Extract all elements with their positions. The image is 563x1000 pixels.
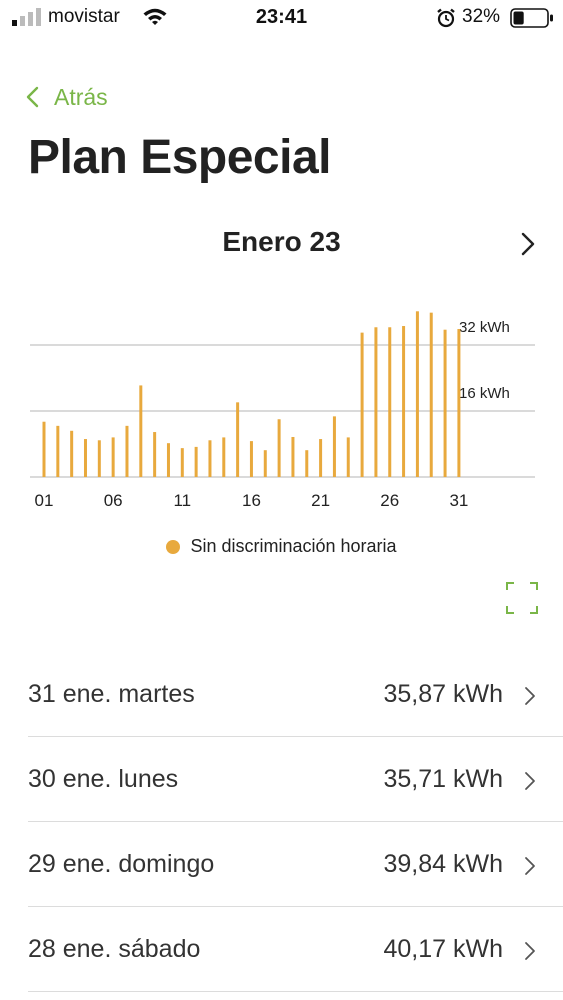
chart-bar[interactable] (236, 402, 240, 477)
chart-bar[interactable] (360, 332, 364, 478)
chart-bar[interactable] (208, 440, 212, 477)
next-month-button[interactable] (514, 228, 542, 260)
chart-bar[interactable] (56, 425, 60, 477)
y-tick-label: 16 kWh (459, 385, 510, 402)
page-title: Plan Especial (28, 131, 332, 184)
fullscreen-icon (506, 582, 538, 614)
chevron-right-icon (525, 772, 535, 790)
list-item[interactable]: 29 ene. domingo 39,84 kWh (28, 822, 563, 907)
chart-bar[interactable] (291, 436, 295, 477)
chart-bar[interactable] (249, 441, 253, 477)
chevron-right-icon (525, 942, 535, 960)
back-label: Atrás (54, 83, 108, 110)
list-item-date: 29 ene. domingo (28, 850, 215, 878)
legend-dot (166, 539, 181, 554)
chart-bar[interactable] (42, 421, 46, 477)
chart-bar[interactable] (457, 329, 461, 477)
status-bar: movistar 23:41 32% (0, 0, 563, 36)
consumption-chart[interactable]: 16 kWh 32 kWh 01 06 11 16 21 26 31 (0, 290, 563, 520)
x-tick-label: 16 (242, 491, 261, 510)
list-item-date: 31 ene. martes (28, 680, 195, 708)
chart-bar[interactable] (180, 448, 184, 478)
x-tick-label: 31 (449, 491, 468, 510)
x-tick-label: 26 (380, 491, 399, 510)
list-item[interactable]: 30 ene. lunes 35,71 kWh (28, 737, 563, 822)
list-item-value: 39,84 kWh (383, 850, 503, 878)
expand-chart-button[interactable] (502, 578, 542, 618)
chart-bar[interactable] (153, 432, 157, 477)
alarm-icon (437, 8, 455, 28)
chart-bar[interactable] (402, 326, 406, 477)
chart-legend: Sin discriminación horaria (0, 536, 563, 557)
chart-bar[interactable] (374, 327, 378, 477)
list-item-value: 40,17 kWh (383, 935, 503, 963)
list-item[interactable]: 31 ene. martes 35,87 kWh (28, 652, 563, 737)
chart-bar[interactable] (194, 446, 198, 477)
chart-bar[interactable] (97, 440, 101, 477)
chevron-right-icon (525, 687, 535, 705)
chevron-left-icon (26, 86, 39, 108)
chevron-right-icon (521, 232, 535, 256)
chart-bar[interactable] (443, 329, 447, 477)
chart-bar[interactable] (319, 439, 323, 477)
list-item-date: 30 ene. lunes (28, 765, 179, 793)
x-tick-label: 01 (35, 491, 54, 510)
list-item-value: 35,87 kWh (383, 680, 503, 708)
chart-bar[interactable] (125, 425, 129, 477)
x-tick-label: 21 (311, 491, 330, 510)
month-label: Enero 23 (222, 226, 341, 257)
chart-bar[interactable] (139, 385, 143, 477)
chart-bar[interactable] (111, 437, 115, 477)
chart-bar[interactable] (83, 439, 87, 477)
chart-bar[interactable] (277, 419, 281, 477)
list-item-date: 28 ene. sábado (28, 935, 201, 963)
list-item-value: 35,71 kWh (383, 765, 503, 793)
chevron-right-icon (525, 857, 535, 875)
chart-bar[interactable] (166, 443, 170, 477)
list-item[interactable]: 28 ene. sábado 40,17 kWh (28, 907, 563, 992)
chart-bar[interactable] (346, 437, 350, 477)
chart-bar[interactable] (263, 450, 267, 477)
chart-bar[interactable] (332, 416, 336, 477)
back-button[interactable]: Atrás (24, 80, 108, 114)
chart-bar[interactable] (388, 327, 392, 477)
x-tick-label: 11 (173, 491, 191, 510)
battery-percentage: 32% (462, 6, 501, 27)
battery-icon (510, 8, 553, 28)
legend-label: Sin discriminación horaria (190, 536, 397, 556)
chart-bar[interactable] (429, 312, 433, 477)
chart-bar[interactable] (222, 437, 226, 477)
chart-bar[interactable] (305, 450, 309, 477)
x-tick-label: 06 (104, 491, 123, 510)
chart-bar[interactable] (70, 430, 74, 477)
chart-bar[interactable] (415, 311, 419, 477)
daily-consumption-list: 31 ene. martes 35,87 kWh 30 ene. lunes 3… (28, 652, 563, 992)
y-tick-label: 32 kWh (459, 319, 510, 336)
